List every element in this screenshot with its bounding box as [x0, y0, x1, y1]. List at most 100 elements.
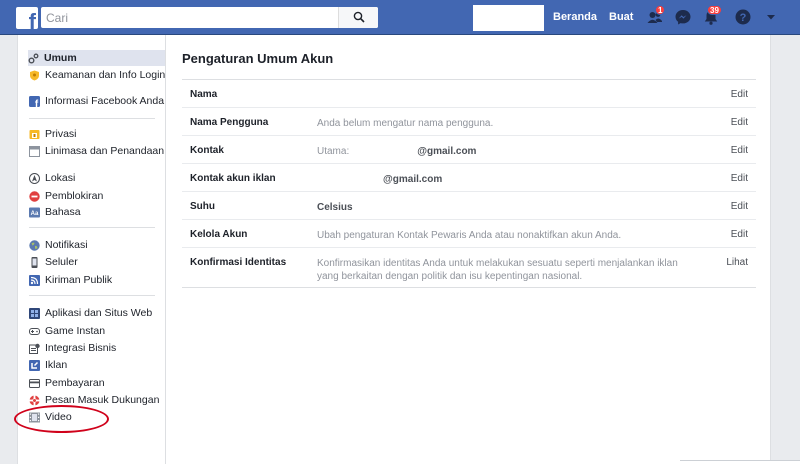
sidebar-item-label: Keamanan dan Info Login — [45, 69, 166, 81]
sidebar-item-location[interactable]: Lokasi — [28, 172, 166, 185]
gamepad-icon — [29, 326, 40, 337]
sidebar-item-instant-games[interactable]: Game Instan — [29, 325, 166, 337]
setting-row-ad-contact[interactable]: Kontak akun iklan @gmail.com Edit — [182, 164, 756, 192]
search-icon — [353, 11, 365, 23]
chat-bar-edge — [680, 460, 800, 464]
sidebar-item-your-info[interactable]: f Informasi Facebook Anda — [29, 95, 166, 110]
sidebar-item-notifications[interactable]: Notifikasi — [29, 239, 166, 251]
edit-link[interactable]: Edit — [731, 201, 748, 212]
home-link[interactable]: Beranda — [553, 11, 597, 23]
facebook-icon: f — [29, 96, 40, 110]
ads-icon — [29, 360, 40, 371]
sidebar-item-label: Kiriman Publik — [45, 274, 113, 286]
profile-link-redacted[interactable] — [473, 5, 544, 31]
svg-text:Aa: Aa — [31, 211, 39, 217]
sidebar-item-label: Linimasa dan Penandaan — [45, 145, 165, 157]
create-link[interactable]: Buat — [609, 11, 633, 23]
account-menu-button[interactable] — [762, 8, 780, 26]
temperature-unit: Celsius — [317, 202, 353, 213]
lock-icon — [29, 129, 40, 140]
setting-label: Nama Pengguna — [190, 117, 269, 128]
sidebar-item-privacy[interactable]: Privasi — [29, 128, 166, 140]
card-icon — [29, 378, 40, 389]
edit-link[interactable]: Edit — [731, 145, 748, 156]
sidebar-item-apps[interactable]: Aplikasi dan Situs Web — [29, 307, 166, 319]
sidebar-item-label: Game Instan — [45, 325, 106, 337]
setting-label: Konfirmasi Identitas — [190, 257, 287, 268]
sidebar-item-public-posts[interactable]: Kiriman Publik — [29, 274, 166, 286]
setting-value: Ubah pengaturan Kontak Pewaris Anda atau… — [317, 230, 622, 241]
sidebar-item-payments[interactable]: Pembayaran — [29, 377, 166, 389]
messenger-icon — [675, 10, 691, 25]
sidebar-item-language[interactable]: Aa Bahasa — [29, 206, 166, 218]
language-icon: Aa — [29, 207, 40, 218]
messenger-button[interactable] — [674, 8, 692, 26]
sidebar-item-ads[interactable]: Iklan — [29, 359, 166, 371]
setting-value: Anda belum mengatur nama pengguna. — [317, 118, 494, 129]
sidebar-item-support-inbox[interactable]: Pesan Masuk Dukungan — [29, 394, 166, 406]
rss-icon — [29, 275, 40, 286]
sidebar-item-general[interactable]: Umum — [28, 50, 165, 66]
setting-row-name[interactable]: Nama Edit — [182, 80, 756, 108]
edit-link[interactable]: Edit — [731, 117, 748, 128]
setting-row-identity-confirmation[interactable]: Konfirmasi Identitas Konfirmasikan ident… — [182, 248, 756, 287]
highlight-annotation-circle — [14, 405, 109, 433]
notifications-badge: 39 — [707, 5, 722, 15]
setting-value: Konfirmasikan identitas Anda untuk melak… — [317, 258, 678, 282]
sidebar-item-label: Informasi Facebook Anda — [45, 95, 165, 107]
setting-row-temperature[interactable]: Suhu Celsius Edit — [182, 192, 756, 220]
sidebar-item-label: Notifikasi — [45, 239, 88, 251]
ad-contact-email: @gmail.com — [383, 174, 443, 185]
sidebar-item-label: Lokasi — [45, 172, 76, 184]
setting-row-contact[interactable]: Kontak Utama: @gmail.com Edit — [182, 136, 756, 164]
setting-label: Kontak — [190, 145, 224, 156]
gear-icon — [28, 53, 39, 64]
setting-value: Celsius — [317, 201, 682, 214]
settings-list: Nama Edit Nama Pengguna Anda belum menga… — [182, 79, 756, 288]
sidebar-item-label: Privasi — [45, 128, 77, 140]
view-link[interactable]: Lihat — [726, 257, 748, 268]
sidebar-item-mobile[interactable]: Seluler — [29, 256, 166, 268]
svg-text:?: ? — [740, 12, 747, 24]
sidebar-item-label: Seluler — [45, 256, 78, 268]
setting-label: Suhu — [190, 201, 215, 212]
contact-email: @gmail.com — [417, 146, 477, 157]
friend-requests-button[interactable]: 1 — [646, 5, 666, 26]
sidebar-item-timeline[interactable]: Linimasa dan Penandaan — [29, 145, 166, 157]
setting-value: @gmail.com — [317, 173, 682, 186]
setting-label: Nama — [190, 89, 218, 100]
setting-row-username[interactable]: Nama Pengguna Anda belum mengatur nama p… — [182, 108, 756, 136]
sidebar-item-label: Iklan — [45, 359, 68, 371]
edit-link[interactable]: Edit — [731, 229, 748, 240]
edit-link[interactable]: Edit — [731, 173, 748, 184]
search-box — [41, 7, 378, 28]
sidebar-item-label: Umum — [44, 52, 77, 64]
lifebuoy-icon — [29, 395, 40, 406]
shield-icon — [29, 70, 40, 81]
setting-value: Utama: @gmail.com — [317, 145, 682, 158]
timeline-icon — [29, 146, 40, 157]
block-icon — [29, 191, 40, 202]
help-button[interactable]: ? — [734, 8, 752, 26]
setting-label: Kontak akun iklan — [190, 173, 276, 184]
help-icon: ? — [735, 9, 751, 25]
sidebar-item-security[interactable]: Keamanan dan Info Login — [29, 69, 166, 81]
setting-row-manage-account[interactable]: Kelola Akun Ubah pengaturan Kontak Pewar… — [182, 220, 756, 248]
sidebar-divider — [29, 227, 155, 228]
caret-down-icon — [767, 15, 775, 20]
contact-prefix: Utama: — [317, 146, 350, 157]
sidebar-item-label: Pembayaran — [45, 377, 105, 389]
sidebar-item-label: Bahasa — [45, 206, 81, 218]
sidebar-divider — [29, 118, 155, 119]
settings-page: Umum Keamanan dan Info Login f Informasi… — [17, 35, 771, 464]
search-input[interactable] — [41, 7, 341, 28]
sidebar-item-blocking[interactable]: Pemblokiran — [29, 190, 166, 202]
facebook-logo[interactable]: f — [16, 7, 38, 29]
edit-link[interactable]: Edit — [731, 89, 748, 100]
search-button[interactable] — [338, 7, 378, 28]
setting-label: Kelola Akun — [190, 229, 248, 240]
sidebar-item-label: Pemblokiran — [45, 190, 104, 202]
notifications-button[interactable]: 39 — [702, 5, 722, 26]
sidebar-item-business-integrations[interactable]: Integrasi Bisnis — [29, 342, 166, 354]
page-title: Pengaturan Umum Akun — [182, 51, 334, 66]
